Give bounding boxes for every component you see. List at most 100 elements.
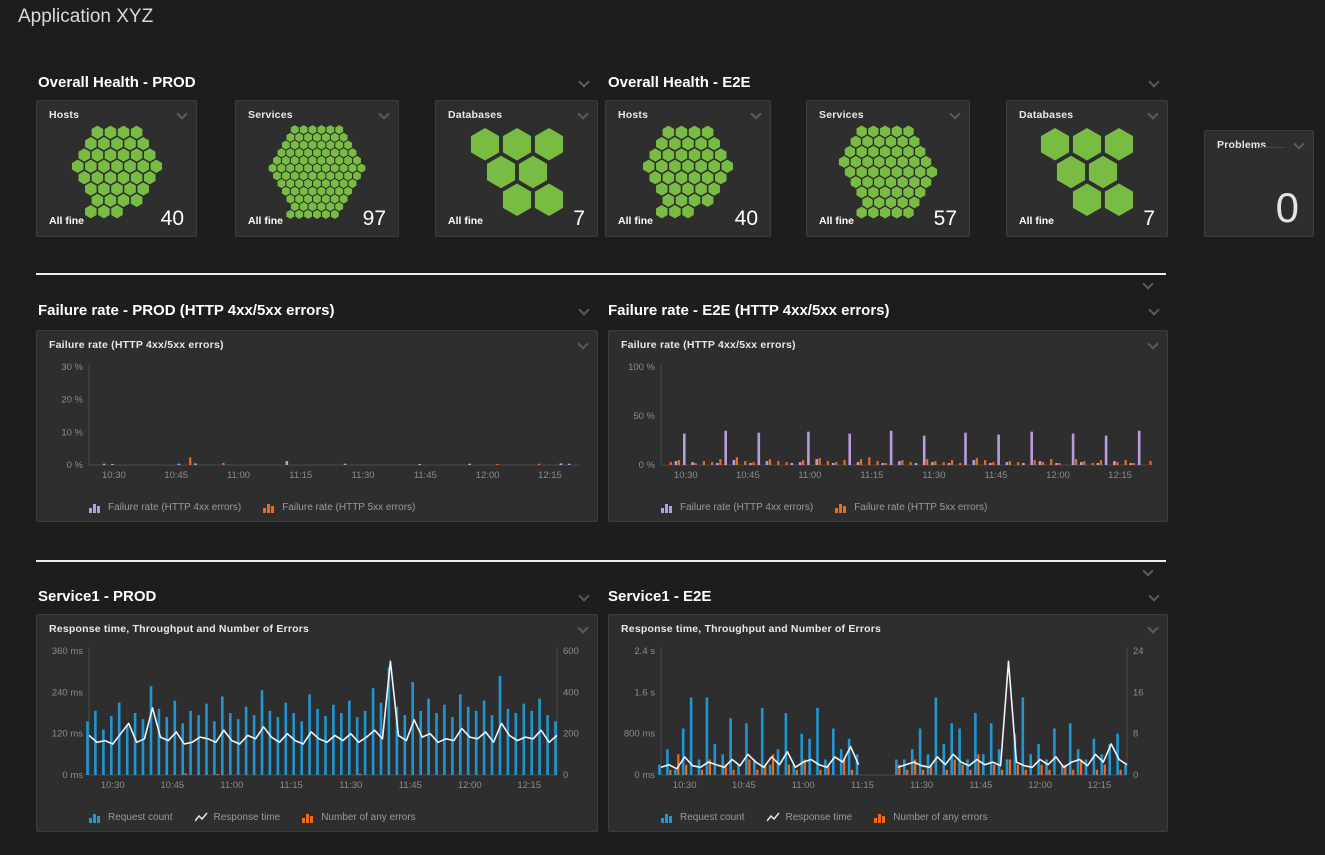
section-title: Failure rate - E2E (HTTP 4xx/5xx errors) — [608, 302, 890, 319]
tile-title: Services — [819, 109, 864, 121]
chart-tile-service-e2e[interactable]: Response time, Throughput and Number of … — [608, 614, 1168, 832]
legend-label: Number of any errors — [893, 812, 987, 823]
legend-item[interactable]: Failure rate (HTTP 5xx errors) — [835, 502, 987, 513]
legend-item[interactable]: Failure rate (HTTP 4xx errors) — [89, 502, 241, 513]
tile-databases-e2e[interactable]: Databases All fine 7 — [1006, 100, 1168, 237]
chevron-down-icon[interactable] — [577, 339, 589, 349]
svg-text:12:15: 12:15 — [1108, 470, 1132, 481]
svg-text:11:30: 11:30 — [910, 780, 933, 791]
problems-count: 0 — [1276, 184, 1299, 232]
section-divider — [36, 560, 1166, 562]
svg-text:12:15: 12:15 — [517, 780, 541, 791]
legend-label: Failure rate (HTTP 4xx errors) — [108, 502, 241, 513]
svg-text:0 ms: 0 ms — [634, 770, 655, 781]
tile-services-prod[interactable]: Services All fine 97 — [235, 100, 399, 237]
svg-text:240 ms: 240 ms — [52, 687, 83, 698]
chevron-down-icon[interactable] — [1142, 566, 1154, 576]
chart-title: Failure rate (HTTP 4xx/5xx errors) — [49, 339, 224, 351]
chevron-down-icon[interactable] — [578, 77, 590, 87]
chart-legend: Failure rate (HTTP 4xx errors) Failure ra… — [661, 502, 987, 513]
status-text: All fine — [1019, 215, 1054, 227]
chart-tile-failure-e2e[interactable]: Failure rate (HTTP 4xx/5xx errors) 0 %50… — [608, 330, 1168, 522]
chart-tile-failure-prod[interactable]: Failure rate (HTTP 4xx/5xx errors) 0 %10… — [36, 330, 598, 522]
svg-text:10:30: 10:30 — [101, 780, 125, 791]
section-header-service-prod: Service1 - PROD — [38, 586, 590, 606]
svg-text:0: 0 — [563, 770, 568, 781]
chevron-down-icon[interactable] — [1148, 305, 1160, 315]
chevron-down-icon[interactable] — [378, 109, 390, 119]
svg-text:800 ms: 800 ms — [624, 729, 655, 740]
bar-series-icon — [89, 812, 103, 823]
chevron-down-icon[interactable] — [949, 109, 961, 119]
chevron-down-icon[interactable] — [578, 305, 590, 315]
service-prod-chart: 0 ms120 ms240 ms360 ms020040060010:3010:… — [41, 641, 593, 795]
svg-text:10:30: 10:30 — [102, 470, 126, 481]
legend-label: Response time — [214, 812, 281, 823]
tile-hosts-e2e[interactable]: Hosts All fine 40 — [605, 100, 771, 237]
svg-text:11:15: 11:15 — [280, 780, 303, 791]
svg-text:10:45: 10:45 — [732, 780, 756, 791]
failure-rate-prod-chart: 0 %10 %20 %30 %10:3010:4511:0011:1511:30… — [41, 357, 593, 485]
legend-item[interactable]: Response time — [767, 812, 853, 823]
chart-title: Response time, Throughput and Number of … — [49, 623, 309, 635]
status-text: All fine — [248, 215, 283, 227]
section-title: Service1 - PROD — [38, 588, 156, 605]
bar-series-icon — [661, 812, 675, 823]
section-header-health-prod: Overall Health - PROD — [38, 72, 590, 92]
svg-text:10:45: 10:45 — [160, 780, 184, 791]
chevron-down-icon[interactable] — [1293, 139, 1305, 149]
bar-series-icon — [874, 812, 888, 823]
legend-item[interactable]: Request count — [89, 812, 173, 823]
svg-text:100 %: 100 % — [628, 362, 655, 373]
chevron-down-icon[interactable] — [1142, 279, 1154, 289]
tile-hosts-prod[interactable]: Hosts All fine 40 — [36, 100, 197, 237]
svg-text:120 ms: 120 ms — [52, 729, 83, 740]
tile-title: Hosts — [49, 109, 79, 121]
legend-item[interactable]: Number of any errors — [302, 812, 415, 823]
legend-label: Request count — [108, 812, 173, 823]
chart-tile-service-prod[interactable]: Response time, Throughput and Number of … — [36, 614, 598, 832]
tile-problems[interactable]: Problems 0 — [1204, 130, 1314, 237]
svg-text:10:30: 10:30 — [673, 780, 697, 791]
tile-title: Hosts — [618, 109, 648, 121]
legend-item[interactable]: Failure rate (HTTP 4xx errors) — [661, 502, 813, 513]
chevron-down-icon[interactable] — [750, 109, 762, 119]
chart-title: Response time, Throughput and Number of … — [621, 623, 881, 635]
svg-text:12:15: 12:15 — [538, 470, 562, 481]
chevron-down-icon[interactable] — [1147, 623, 1159, 633]
legend-label: Response time — [786, 812, 853, 823]
svg-text:8: 8 — [1133, 729, 1138, 740]
tile-title: Problems — [1217, 139, 1266, 151]
entity-count: 97 — [363, 207, 386, 231]
svg-text:11:15: 11:15 — [851, 780, 874, 791]
svg-text:12:00: 12:00 — [1028, 780, 1052, 791]
chart-legend: Failure rate (HTTP 4xx errors) Failure ra… — [89, 502, 415, 513]
svg-text:10:30: 10:30 — [674, 470, 698, 481]
svg-text:11:45: 11:45 — [414, 470, 437, 481]
svg-text:10:45: 10:45 — [164, 470, 188, 481]
tile-services-e2e[interactable]: Services All fine 57 — [806, 100, 970, 237]
legend-item[interactable]: Failure rate (HTTP 5xx errors) — [263, 502, 415, 513]
chevron-down-icon[interactable] — [1148, 77, 1160, 87]
svg-text:24: 24 — [1133, 646, 1144, 657]
svg-text:10:45: 10:45 — [736, 470, 760, 481]
section-title: Overall Health - PROD — [38, 74, 196, 91]
svg-text:16: 16 — [1133, 687, 1144, 698]
chevron-down-icon[interactable] — [1148, 591, 1160, 601]
chevron-down-icon[interactable] — [577, 623, 589, 633]
svg-text:10 %: 10 % — [61, 427, 83, 438]
section-title: Overall Health - E2E — [608, 74, 751, 91]
tile-databases-prod[interactable]: Databases All fine 7 — [435, 100, 598, 237]
legend-item[interactable]: Number of any errors — [874, 812, 987, 823]
legend-label: Request count — [680, 812, 745, 823]
chevron-down-icon[interactable] — [1147, 339, 1159, 349]
chevron-down-icon[interactable] — [176, 109, 188, 119]
chevron-down-icon[interactable] — [1147, 109, 1159, 119]
legend-item[interactable]: Request count — [661, 812, 745, 823]
section-header-service-e2e: Service1 - E2E — [608, 586, 1160, 606]
chevron-down-icon[interactable] — [577, 109, 589, 119]
legend-item[interactable]: Response time — [195, 812, 281, 823]
chevron-down-icon[interactable] — [578, 591, 590, 601]
entity-count: 7 — [1143, 207, 1155, 231]
problems-sparkline — [1259, 147, 1285, 148]
